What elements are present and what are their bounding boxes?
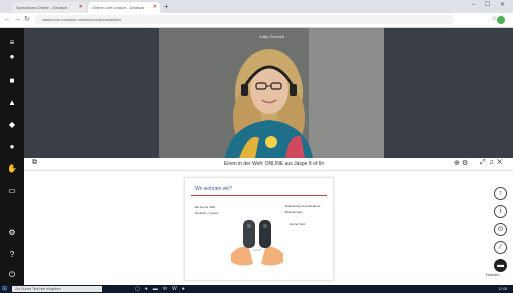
leave-icon[interactable]: ⏻	[7, 270, 17, 280]
settings-icon[interactable]: ⚙	[7, 228, 17, 238]
browser-tab-1[interactable]: Sprachkurs Online - Deutsch ✕	[12, 2, 86, 13]
slide: Wo wohnen wir? Ein kurzer Satz Deutsch –…	[184, 177, 334, 281]
video-area: Katja Schmidt	[24, 28, 513, 158]
new-tab-button[interactable]: +	[164, 2, 169, 12]
left-sidebar: ≡ ● ■ ▲ ◆ ● ✋ ▭ ⚙ ? ⏻	[0, 28, 24, 285]
slide-right-line-3: Ein kurzer Satz	[285, 222, 306, 226]
app-icon[interactable]: ●	[182, 286, 190, 292]
upload-icon[interactable]: ↑	[494, 187, 507, 200]
presentation-view-controls[interactable]: ⊕⚙	[454, 159, 470, 167]
lock-icon[interactable]: ⊙	[494, 223, 507, 236]
slide-title: Wo wohnen wir?	[195, 186, 232, 192]
slide-left-line-2: Deutsch – Lernen	[195, 211, 219, 215]
camera-icon[interactable]: ■	[7, 76, 17, 86]
hand-icon[interactable]: ✋	[7, 164, 17, 174]
mic-icon[interactable]: ●	[7, 52, 17, 62]
profile-avatar[interactable]	[497, 16, 505, 24]
presentation-title: Einen in der Welt: ONLINE aus Jaspe 8 of…	[223, 161, 325, 167]
folder-icon[interactable]: ▬	[153, 286, 163, 292]
presentation-toolbar: ⧉ Einen in der Welt: ONLINE aus Jaspe 8 …	[24, 158, 513, 171]
chat-icon[interactable]: ◆	[7, 120, 17, 130]
speaker-portrait	[159, 28, 384, 158]
browser-tab-2-active[interactable]: Online Live Lesson - Deutsch ✕	[88, 2, 160, 13]
os-taskbar: ⊞ Zur Suche Text hier eingeben ▢●▬✉W● 12…	[0, 285, 513, 293]
taskbar-search-input[interactable]: Zur Suche Text hier eingeben	[12, 286, 102, 292]
slide-right-line-2: Bedeutungen	[285, 210, 303, 214]
info-icon[interactable]: i	[494, 205, 507, 218]
sound-icon[interactable]: ♫	[489, 159, 497, 166]
close-icon[interactable]: ✕	[497, 159, 505, 166]
chat-bubble-icon[interactable]: ▬	[494, 259, 507, 272]
menu-icon[interactable]: ≡	[7, 38, 17, 48]
slide-illustration-hands	[225, 214, 289, 270]
slide-title-rule	[191, 195, 327, 196]
forward-icon[interactable]: →	[14, 16, 24, 23]
reload-icon[interactable]: ↻	[24, 16, 33, 23]
share-screen-icon[interactable]: ▲	[7, 98, 17, 108]
settings-icon[interactable]: ⚙	[462, 160, 470, 167]
zoom-icon[interactable]: ⊕	[454, 160, 462, 167]
presentation-window-controls[interactable]: ⤢♫✕	[480, 159, 505, 167]
system-tray-clock: 12:08	[498, 287, 507, 291]
slides-panel-icon[interactable]: ⧉	[32, 159, 37, 167]
help-icon[interactable]: ?	[7, 250, 17, 260]
back-icon[interactable]: ←	[4, 16, 14, 23]
whiteboard-icon[interactable]: ▭	[7, 186, 17, 196]
address-bar-row: ←→↻ classroom.example.com/lesson/present…	[0, 13, 513, 28]
close-tab-icon[interactable]: ✕	[79, 2, 83, 13]
windows-start-icon[interactable]: ⊞	[2, 285, 7, 293]
participants-icon[interactable]: ●	[7, 142, 17, 152]
browser-tab-2-label: Online Live Lesson - Deutsch	[92, 5, 145, 10]
fullscreen-icon[interactable]: ⤢	[480, 159, 489, 166]
task-view-icon[interactable]: ▢	[135, 286, 145, 292]
browser-icon[interactable]: ●	[145, 286, 153, 292]
presentation-stage: Wo wohnen wir? Ein kurzer Satz Deutsch –…	[24, 171, 513, 285]
taskbar-pinned-apps[interactable]: ▢●▬✉W●	[135, 285, 190, 293]
mail-icon[interactable]: ✉	[163, 286, 172, 292]
word-icon[interactable]: W	[172, 286, 182, 292]
slide-left-line-1: Ein kurzer Satz	[195, 205, 216, 209]
window-controls[interactable]: – ☐ ✕	[472, 1, 509, 8]
slide-right-line-1: Entdeckung verschiedener	[285, 204, 321, 208]
pen-icon[interactable]: ∕	[494, 241, 507, 254]
close-tab-icon[interactable]: ✕	[153, 2, 157, 13]
url-input[interactable]: classroom.example.com/lesson/presentatio…	[34, 15, 454, 24]
speaker-video[interactable]: Katja Schmidt	[159, 28, 384, 158]
speaker-name-label: Katja Schmidt	[259, 34, 284, 39]
browser-tab-1-label: Sprachkurs Online - Deutsch	[16, 5, 68, 10]
browser-tab-bar: Sprachkurs Online - Deutsch ✕ Online Liv…	[0, 0, 513, 13]
rail-note-label: Notizen	[486, 272, 500, 277]
navigation-buttons[interactable]: ←→↻	[4, 15, 33, 23]
